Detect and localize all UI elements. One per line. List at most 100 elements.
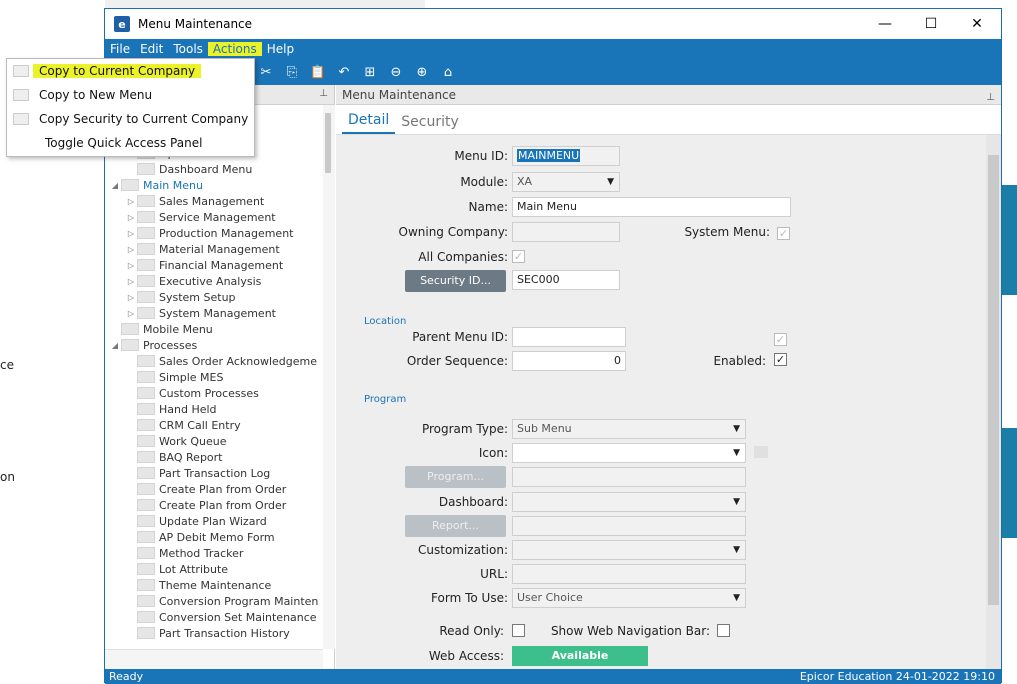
home-icon[interactable]: ⌂ bbox=[437, 61, 459, 83]
owning-company-field[interactable] bbox=[512, 222, 620, 242]
tree-node[interactable]: Mobile Menu bbox=[105, 321, 318, 337]
tree-node[interactable]: Update Plan Wizard bbox=[105, 513, 318, 529]
expand-arrow-icon[interactable]: ◢ bbox=[109, 341, 121, 350]
program-field[interactable] bbox=[512, 467, 746, 487]
tree-node[interactable]: Conversion Program Mainten bbox=[105, 593, 318, 609]
menu-tools[interactable]: Tools bbox=[168, 42, 208, 56]
order-sequence-field[interactable]: 0 bbox=[512, 351, 626, 371]
chevron-down-icon: ▼ bbox=[733, 545, 740, 555]
tab-detail[interactable]: Detail bbox=[342, 112, 396, 134]
tree-node[interactable]: Custom Processes bbox=[105, 385, 318, 401]
detail-pane-title: Menu Maintenance bbox=[342, 88, 457, 102]
expand-arrow-icon[interactable]: ▷ bbox=[125, 293, 137, 302]
paste-icon[interactable]: 📋 bbox=[307, 61, 329, 83]
tree-node[interactable]: Sales Order Acknowledgeme bbox=[105, 353, 318, 369]
program-type-select[interactable]: Sub Menu ▼ bbox=[512, 419, 746, 439]
tree-node[interactable]: ▷ Executive Analysis bbox=[105, 273, 318, 289]
icon-select[interactable]: ▼ bbox=[512, 443, 746, 463]
tree-node[interactable]: ◢ Processes bbox=[105, 337, 318, 353]
tree-node[interactable]: Theme Maintenance bbox=[105, 577, 318, 593]
read-only-checkbox[interactable] bbox=[512, 624, 525, 637]
tree-node[interactable]: ▷ Service Management bbox=[105, 209, 318, 225]
menu-item-copy-to-current-company[interactable]: Copy to Current Company bbox=[7, 59, 254, 83]
tree-node[interactable]: ▷ System Management bbox=[105, 305, 318, 321]
tab-strip: Detail Security bbox=[336, 105, 1001, 135]
tree-node[interactable]: ◢ Main Menu bbox=[105, 177, 318, 193]
tree-node[interactable]: Method Tracker bbox=[105, 545, 318, 561]
tree-vertical-scrollbar[interactable] bbox=[323, 105, 335, 649]
module-select[interactable]: XA ▼ bbox=[512, 172, 620, 192]
menu-item-toggle-quick-access-panel[interactable]: Toggle Quick Access Panel bbox=[7, 131, 254, 155]
expand-arrow-icon[interactable]: ◢ bbox=[109, 181, 121, 190]
show-web-navigation-bar-checkbox[interactable] bbox=[717, 624, 730, 637]
folder-icon bbox=[137, 307, 155, 319]
enabled-checkbox[interactable]: ✓ bbox=[774, 353, 787, 366]
forward-icon[interactable]: ⊕ bbox=[411, 61, 433, 83]
name-field[interactable]: Main Menu bbox=[512, 197, 791, 217]
tree-node[interactable]: BAQ Report bbox=[105, 449, 318, 465]
tree-scroll-thumb[interactable] bbox=[325, 113, 331, 173]
expand-arrow-icon[interactable]: ▷ bbox=[125, 245, 137, 254]
tree-node[interactable]: ▷ Financial Management bbox=[105, 257, 318, 273]
tree-node[interactable]: Part Transaction Log bbox=[105, 465, 318, 481]
tree-node[interactable]: ▷ Production Management bbox=[105, 225, 318, 241]
tree-node[interactable]: Conversion Set Maintenance bbox=[105, 609, 318, 625]
parent-menu-id-field[interactable] bbox=[512, 327, 626, 347]
tree-node[interactable]: Hand Held bbox=[105, 401, 318, 417]
expand-arrow-icon[interactable]: ▷ bbox=[125, 197, 137, 206]
close-button[interactable]: ✕ bbox=[954, 9, 1000, 39]
tree-node[interactable]: ▷ System Setup bbox=[105, 289, 318, 305]
menu-item-copy-to-new-menu[interactable]: Copy to New Menu bbox=[7, 83, 254, 107]
security-id-button[interactable]: Security ID... bbox=[405, 270, 506, 292]
expand-arrow-icon[interactable]: ▷ bbox=[125, 309, 137, 318]
expand-arrow-icon[interactable]: ▷ bbox=[125, 213, 137, 222]
menu-actions[interactable]: Actions bbox=[207, 42, 262, 56]
report-button[interactable]: Report... bbox=[405, 515, 506, 537]
dashboard-select[interactable]: ▼ bbox=[512, 492, 746, 512]
customization-select[interactable]: ▼ bbox=[512, 540, 746, 560]
tree-node[interactable]: Create Plan from Order bbox=[105, 497, 318, 513]
tree-node-label: Mobile Menu bbox=[143, 322, 213, 336]
tree-node[interactable]: Simple MES bbox=[105, 369, 318, 385]
pin-icon[interactable]: ⊥ bbox=[319, 88, 328, 99]
maximize-button[interactable]: ☐ bbox=[908, 9, 954, 39]
program-button[interactable]: Program... bbox=[405, 466, 506, 488]
tree-node-label: System Setup bbox=[159, 290, 236, 304]
expand-arrow-icon[interactable]: ▷ bbox=[125, 277, 137, 286]
minimize-button[interactable]: — bbox=[862, 9, 908, 39]
menu-id-field[interactable]: MAINMENU bbox=[512, 146, 620, 166]
copy-icon[interactable]: ⎘ bbox=[281, 61, 303, 83]
tree-node[interactable]: ▷ Material Management bbox=[105, 241, 318, 257]
tree-node[interactable]: Part Transaction History bbox=[105, 625, 318, 641]
undo-icon[interactable]: ↶ bbox=[333, 61, 355, 83]
tree-node[interactable]: ▷ Sales Management bbox=[105, 193, 318, 209]
tree-node[interactable]: Create Plan from Order bbox=[105, 481, 318, 497]
folder-icon bbox=[137, 291, 155, 303]
pin-icon[interactable]: ⊥ bbox=[986, 88, 995, 108]
system-menu-checkbox[interactable]: ✓ bbox=[777, 227, 790, 240]
tree-node[interactable]: Dashboard Menu bbox=[105, 161, 318, 177]
tree-node[interactable]: CRM Call Entry bbox=[105, 417, 318, 433]
detail-scroll-thumb[interactable] bbox=[988, 155, 999, 605]
url-field[interactable] bbox=[512, 564, 746, 584]
tab-security[interactable]: Security bbox=[395, 114, 465, 134]
security-id-field[interactable]: SEC000 bbox=[512, 270, 620, 290]
back-icon[interactable]: ⊖ bbox=[385, 61, 407, 83]
location-checkbox[interactable]: ✓ bbox=[774, 333, 787, 346]
binoculars-icon[interactable]: ⊞ bbox=[359, 61, 381, 83]
tree-node[interactable]: Work Queue bbox=[105, 433, 318, 449]
menu-help[interactable]: Help bbox=[262, 42, 299, 56]
menu-item-copy-security[interactable]: Copy Security to Current Company bbox=[7, 107, 254, 131]
form-to-use-select[interactable]: User Choice ▼ bbox=[512, 588, 746, 608]
tree-horizontal-scrollbar[interactable] bbox=[105, 649, 323, 669]
cut-icon[interactable]: ✂ bbox=[255, 61, 277, 83]
expand-arrow-icon[interactable]: ▷ bbox=[125, 229, 137, 238]
report-field[interactable] bbox=[512, 516, 746, 536]
tree-node[interactable]: AP Debit Memo Form bbox=[105, 529, 318, 545]
folder-icon bbox=[137, 499, 155, 511]
expand-arrow-icon[interactable]: ▷ bbox=[125, 261, 137, 270]
tree-node[interactable]: Lot Attribute bbox=[105, 561, 318, 577]
all-companies-checkbox[interactable]: ✓ bbox=[512, 250, 525, 263]
menu-edit[interactable]: Edit bbox=[135, 42, 168, 56]
menu-file[interactable]: File bbox=[105, 42, 135, 56]
